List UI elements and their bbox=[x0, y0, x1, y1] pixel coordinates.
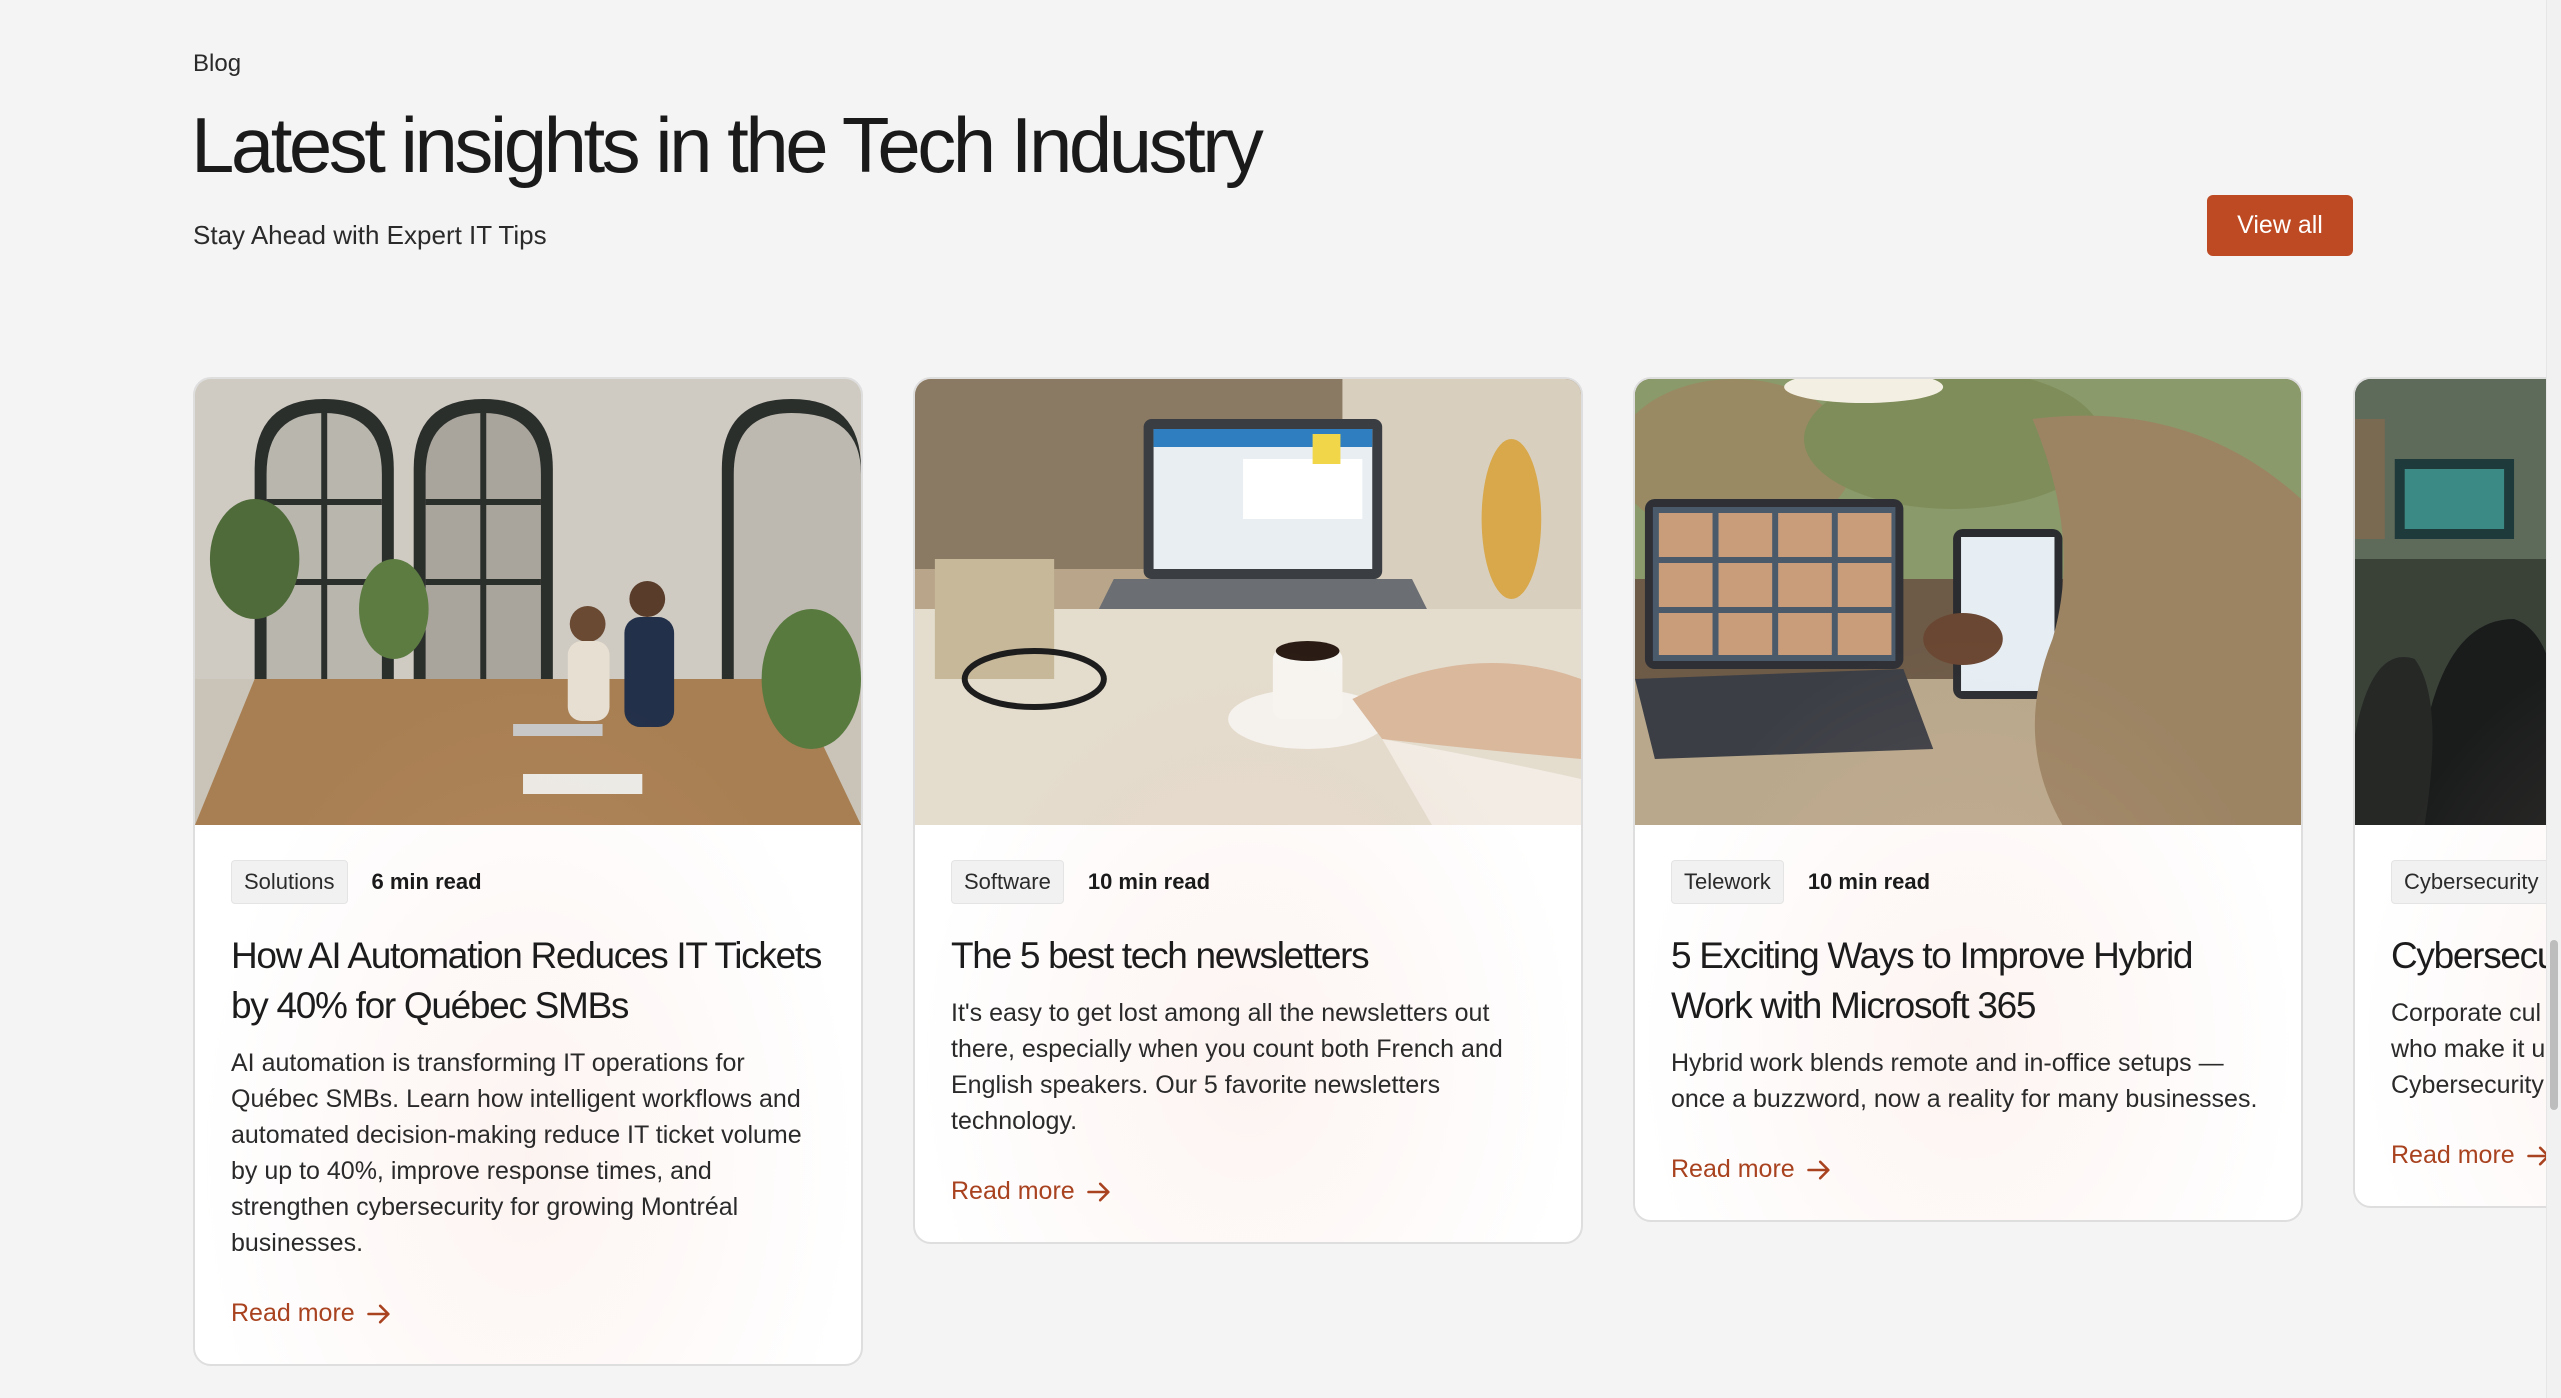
read-more-link[interactable]: Read more bbox=[2391, 1141, 2546, 1170]
card-description: Hybrid work blends remote and in-office … bbox=[1671, 1049, 2258, 1113]
blog-card[interactable]: Solutions 6 min read How AI Automation R… bbox=[193, 377, 863, 1366]
arrow-right-icon bbox=[366, 1304, 390, 1323]
category-tag: Cybersecurity bbox=[2391, 860, 2546, 904]
card-title[interactable]: 5 Exciting Ways to Improve Hybrid Work w… bbox=[1671, 931, 2265, 1031]
card-image-laptop-coffee bbox=[915, 379, 1581, 825]
card-description: It's easy to get lost among all the news… bbox=[951, 999, 1503, 1135]
blog-section: Blog Latest insights in the Tech Industr… bbox=[0, 0, 2561, 1398]
read-more-link[interactable]: Read more bbox=[951, 1177, 1113, 1206]
read-more-link[interactable]: Read more bbox=[231, 1299, 393, 1328]
card-image-office-meeting bbox=[195, 379, 861, 825]
read-more-link[interactable]: Read more bbox=[1671, 1155, 1833, 1184]
blog-card[interactable]: Telework 10 min read 5 Exciting Ways to … bbox=[1633, 377, 2303, 1222]
card-image-security-office bbox=[2355, 379, 2546, 825]
read-time: 6 min read bbox=[371, 869, 482, 894]
card-title[interactable]: Cybersecu bbox=[2391, 931, 2546, 981]
card-image-video-call bbox=[1635, 379, 2301, 825]
read-more-label: Read more bbox=[2391, 1141, 2515, 1169]
arrow-right-icon bbox=[1086, 1182, 1110, 1201]
read-more-label: Read more bbox=[951, 1177, 1075, 1205]
card-description: AI automation is transforming IT operati… bbox=[231, 1049, 802, 1257]
read-time: 10 min read bbox=[1087, 869, 1211, 894]
blog-carousel: Solutions 6 min read How AI Automation R… bbox=[0, 0, 2546, 1398]
arrow-right-icon bbox=[2526, 1146, 2546, 1165]
read-time: 10 min read bbox=[1807, 869, 1931, 894]
category-tag: Solutions bbox=[231, 860, 348, 904]
blog-card[interactable]: Cybersecurity Cybersecu Corporate cul wh… bbox=[2353, 377, 2546, 1208]
blog-card[interactable]: Software 10 min read The 5 best tech new… bbox=[913, 377, 1583, 1244]
card-title[interactable]: The 5 best tech newsletters bbox=[951, 931, 1545, 981]
page-scrollbar[interactable] bbox=[2546, 0, 2561, 1398]
card-title[interactable]: How AI Automation Reduces IT Tickets by … bbox=[231, 931, 825, 1031]
arrow-right-icon bbox=[1806, 1160, 1830, 1179]
category-tag: Software bbox=[951, 860, 1064, 904]
read-more-label: Read more bbox=[1671, 1155, 1795, 1183]
card-description: Corporate cul who make it u Cybersecurit… bbox=[2391, 999, 2546, 1099]
read-more-label: Read more bbox=[231, 1299, 355, 1327]
scrollbar-thumb[interactable] bbox=[2550, 940, 2558, 1110]
category-tag: Telework bbox=[1671, 860, 1784, 904]
